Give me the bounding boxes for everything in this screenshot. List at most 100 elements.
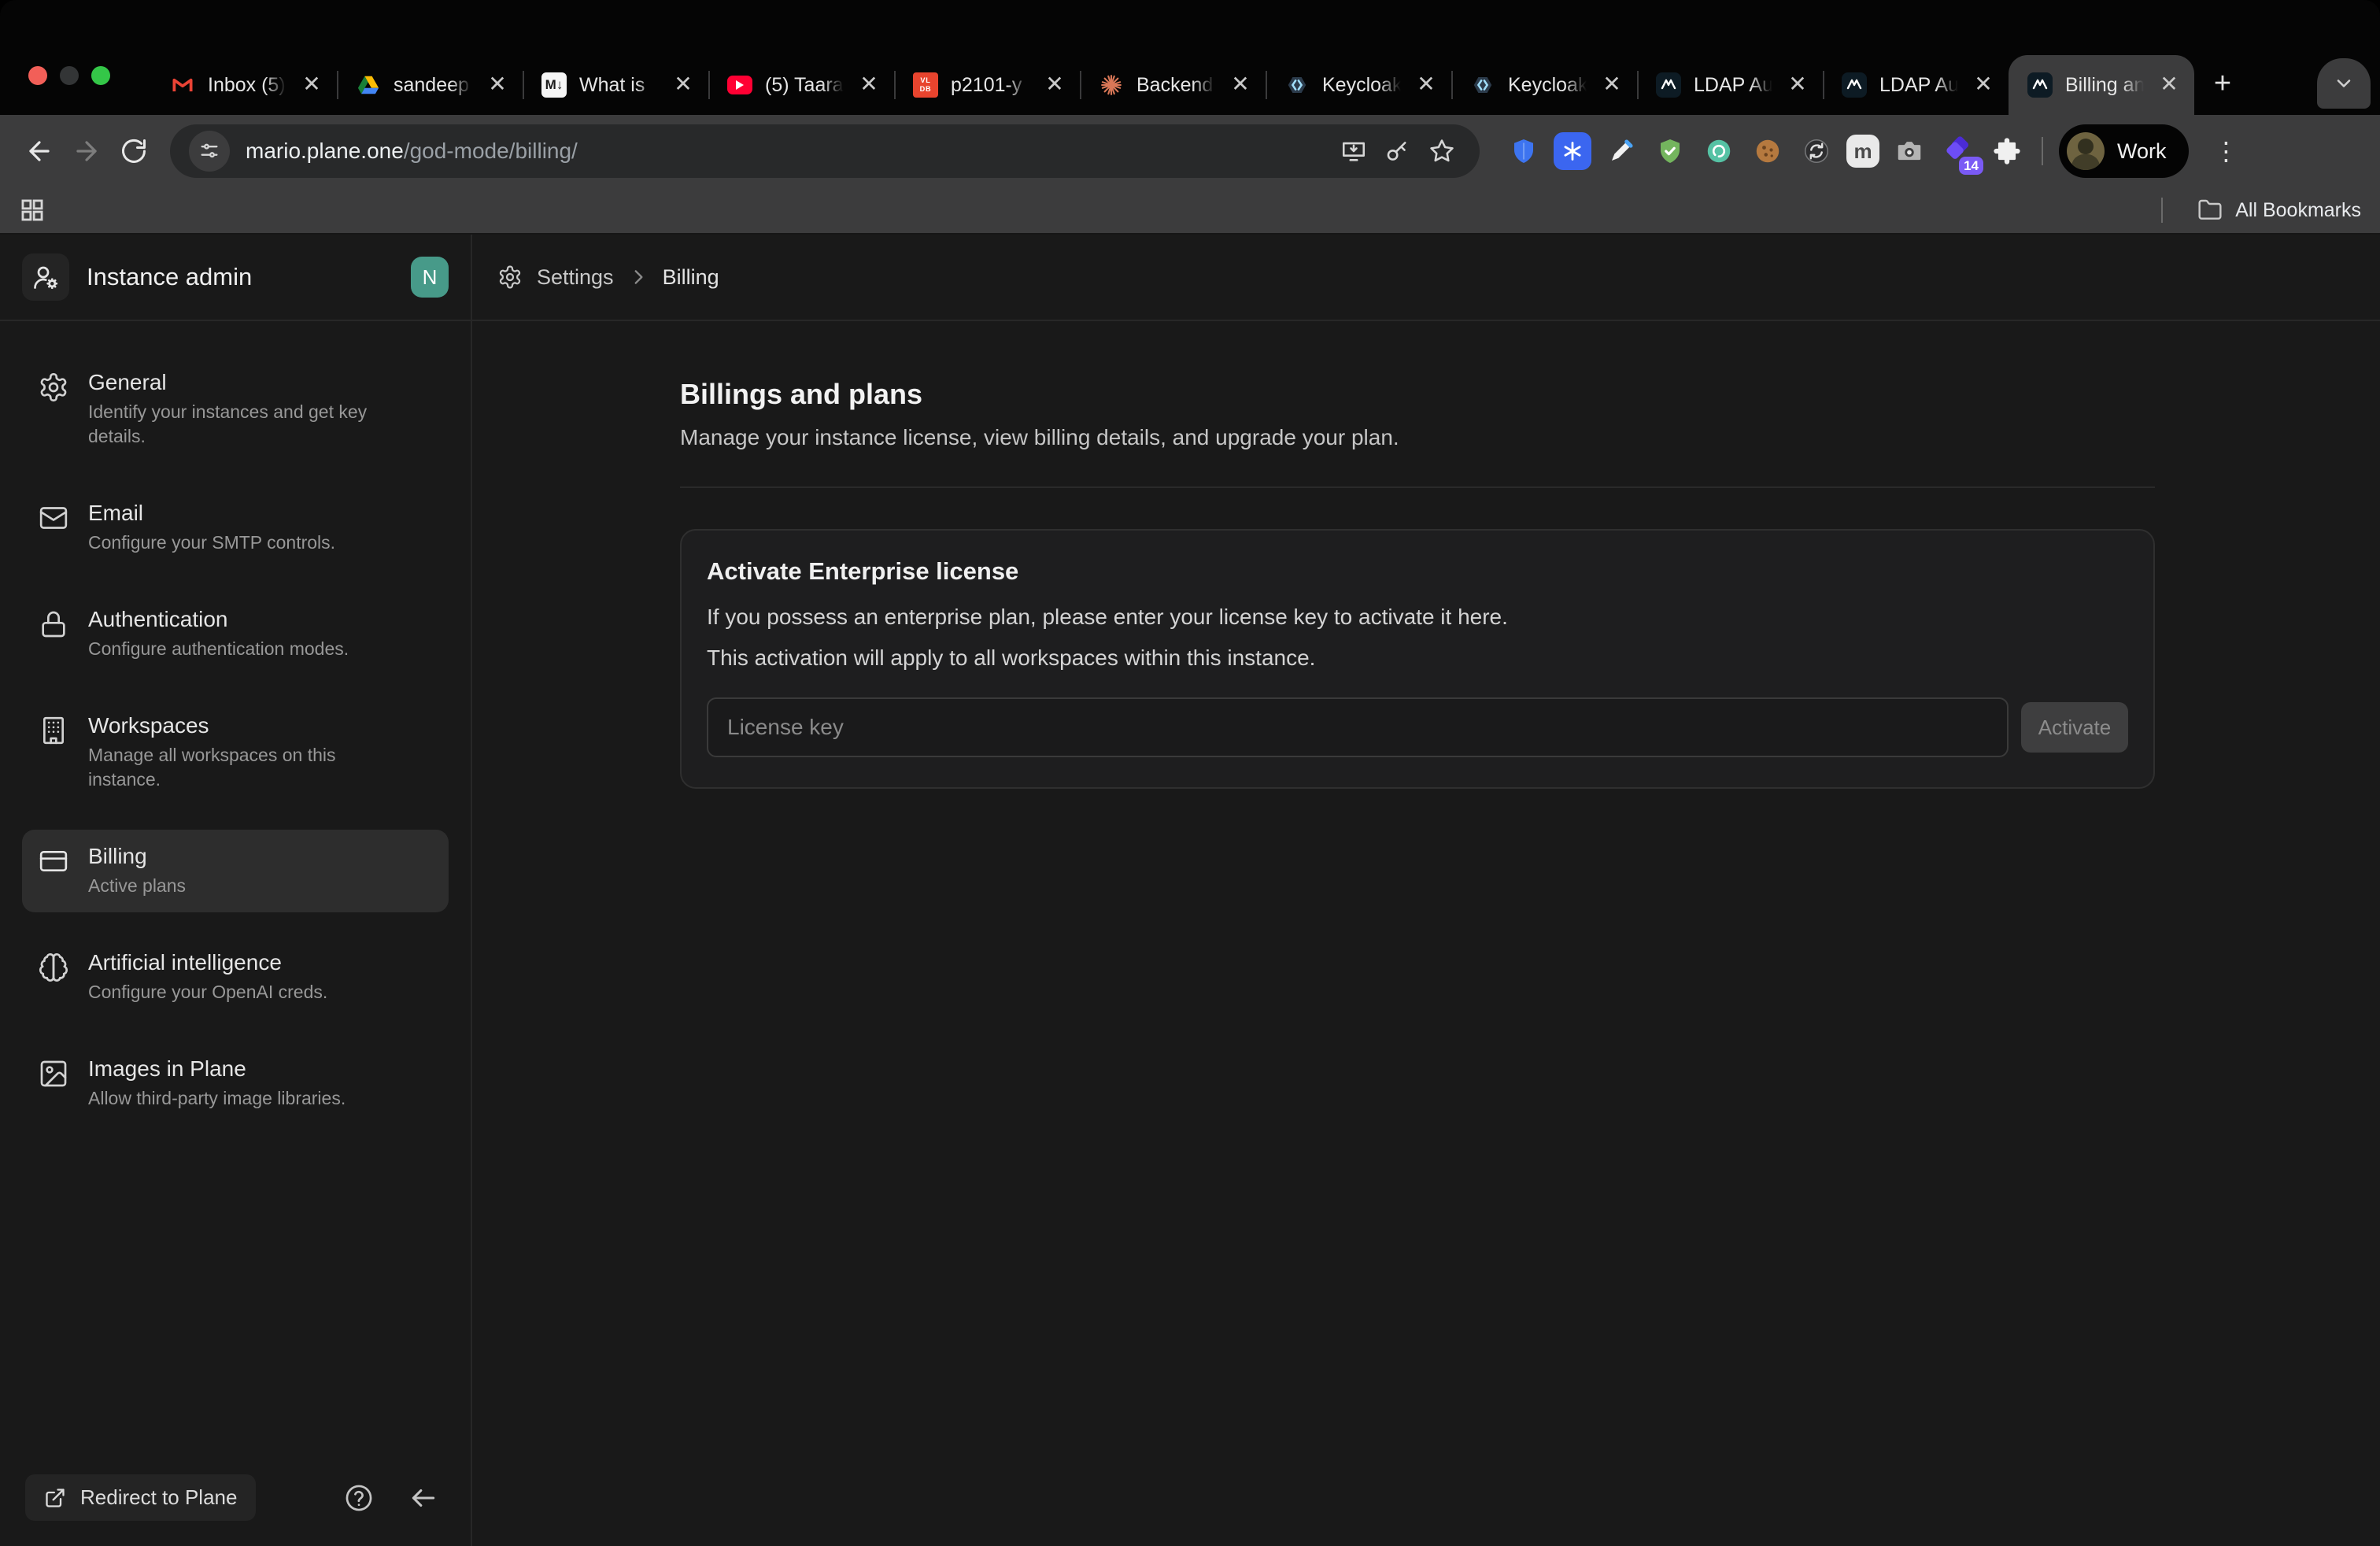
sidebar-item-workspaces[interactable]: Workspaces Manage all workspaces on this… [22,699,449,806]
license-key-input[interactable] [707,697,2009,757]
sidebar-item-artificial-intelligence[interactable]: Artificial intelligence Configure your O… [22,936,449,1019]
tab-close-icon[interactable]: ✕ [485,72,510,98]
reload-button[interactable] [110,128,157,175]
browser-tab-youtube[interactable]: (5) Taara ✕ [708,55,894,115]
license-row: Activate [707,697,2128,757]
all-bookmarks-button[interactable]: All Bookmarks [2161,198,2361,223]
browser-tab-keycloak-1[interactable]: Keycloak ✕ [1266,55,1451,115]
tab-close-icon[interactable]: ✕ [1971,72,1996,98]
sidebar-item-authentication[interactable]: Authentication Configure authentication … [22,593,449,675]
tab-close-icon[interactable]: ✕ [1785,72,1810,98]
tab-label: sandeep [394,74,472,97]
collapse-sidebar-button[interactable] [408,1483,438,1513]
image-icon [38,1058,69,1111]
zoom-window-button[interactable] [91,66,110,85]
sidebar-item-billing[interactable]: Billing Active plans [22,830,449,912]
tab-close-icon[interactable]: ✕ [671,72,696,98]
tab-close-icon[interactable]: ✕ [2156,72,2182,98]
camera-extension-icon[interactable] [1890,132,1928,170]
sidebar-nav: General Identify your instances and get … [0,321,471,1125]
browser-menu-icon[interactable]: ⋮ [2204,136,2249,166]
browser-tab-whatis[interactable]: M↓ What is ✕ [523,55,708,115]
purple-stack-extension-icon[interactable]: 14 [1939,132,1977,170]
tab-close-icon[interactable]: ✕ [856,72,881,98]
chevron-down-icon [2333,72,2355,94]
redirect-to-plane-button[interactable]: Redirect to Plane [25,1474,256,1521]
sidebar-item-images-in-plane[interactable]: Images in Plane Allow third-party image … [22,1042,449,1125]
plane-logo-icon [2027,72,2053,98]
browser-tab-ldap-2[interactable]: LDAP Au ✕ [1823,55,2009,115]
help-circle-icon [344,1483,374,1513]
tab-close-icon[interactable]: ✕ [1042,72,1067,98]
url-text[interactable]: mario.plane.one/god-mode/billing/ [246,139,1332,164]
bookmark-star-icon[interactable] [1420,129,1464,173]
browser-tab-vldb[interactable]: VLDB p2101-y ✕ [894,55,1080,115]
browser-tab-keycloak-2[interactable]: Keycloak ✕ [1451,55,1637,115]
breadcrumb-settings[interactable]: Settings [537,265,614,290]
close-window-button[interactable] [28,66,47,85]
apps-grid-icon[interactable] [19,197,46,224]
browser-tab-backend[interactable]: Backend ✕ [1080,55,1266,115]
password-key-icon[interactable] [1376,129,1420,173]
tab-label: Keycloak [1322,74,1401,97]
sidebar-item-description: Configure your SMTP controls. [88,531,335,555]
sidebar-item-label: Authentication [88,607,349,632]
gmail-icon [170,72,195,98]
sidebar-footer: Redirect to Plane [0,1455,471,1546]
plane-admin-app: Instance admin N General Identify your i… [0,235,2380,1546]
bookmarks-separator [2161,198,2163,223]
tab-close-icon[interactable]: ✕ [1228,72,1253,98]
sidebar-item-label: Artificial intelligence [88,950,327,975]
tab-label: What is [579,74,658,97]
profile-avatar [2067,132,2105,170]
blue-asterisk-extension-icon[interactable] [1554,132,1591,170]
browser-tab-billing-active[interactable]: Billing an ✕ [2009,55,2194,115]
m-letter-extension-icon[interactable]: m [1846,135,1879,168]
chevron-right-icon [628,267,649,287]
card-title: Activate Enterprise license [707,557,2128,586]
browser-tab-ldap-1[interactable]: LDAP Au ✕ [1637,55,1823,115]
blue-shield-extension-icon[interactable] [1505,132,1543,170]
new-tab-button[interactable]: + [2201,63,2245,107]
pen-extension-icon[interactable] [1602,132,1640,170]
sidebar-item-general[interactable]: General Identify your instances and get … [22,356,449,463]
tab-strip: Inbox (5) ✕ sandeep ✕ M↓ What is ✕ (5) T… [0,0,2380,115]
tab-close-icon[interactable]: ✕ [299,72,324,98]
breadcrumb: Settings Billing [472,235,2380,321]
bookmarks-bar: All Bookmarks [0,187,2380,235]
sidebar-item-description: Manage all workspaces on this instance. [88,743,403,792]
sidebar-item-label: Billing [88,844,186,869]
tab-close-icon[interactable]: ✕ [1599,72,1624,98]
sidebar-item-email[interactable]: Email Configure your SMTP controls. [22,486,449,569]
circle-arrows-extension-icon[interactable] [1798,132,1835,170]
plane-logo-icon [1842,72,1867,98]
forward-button[interactable] [63,128,110,175]
activate-button[interactable]: Activate [2021,702,2128,753]
address-bar[interactable]: mario.plane.one/god-mode/billing/ [170,124,1480,178]
minimize-window-button[interactable] [60,66,79,85]
install-app-icon[interactable] [1332,129,1376,173]
profile-chip[interactable]: Work [2059,124,2189,178]
help-button[interactable] [344,1483,374,1513]
extensions-row: m 14 [1505,132,2026,170]
gear-icon [38,372,69,449]
sidebar-title: Instance admin [87,263,394,291]
user-avatar-badge[interactable]: N [411,257,449,298]
teal-swirl-extension-icon[interactable] [1700,132,1738,170]
green-shield-extension-icon[interactable] [1651,132,1689,170]
tab-search-button[interactable] [2317,58,2371,109]
tab-close-icon[interactable]: ✕ [1414,72,1439,98]
cookie-extension-icon[interactable] [1749,132,1787,170]
extensions-puzzle-icon[interactable] [1988,132,2026,170]
sidebar: Instance admin N General Identify your i… [0,235,472,1546]
extension-badge: 14 [1959,157,1983,175]
page-subtitle: Manage your instance license, view billi… [680,425,2155,450]
sidebar-item-label: Images in Plane [88,1056,346,1082]
tab-label: Backend [1136,74,1215,97]
window-controls[interactable] [28,66,110,85]
site-settings-icon[interactable] [189,131,230,172]
browser-tab-inbox[interactable]: Inbox (5) ✕ [151,55,337,115]
tab-label: p2101-y [951,74,1029,97]
back-button[interactable] [16,128,63,175]
browser-tab-drive[interactable]: sandeep ✕ [337,55,523,115]
